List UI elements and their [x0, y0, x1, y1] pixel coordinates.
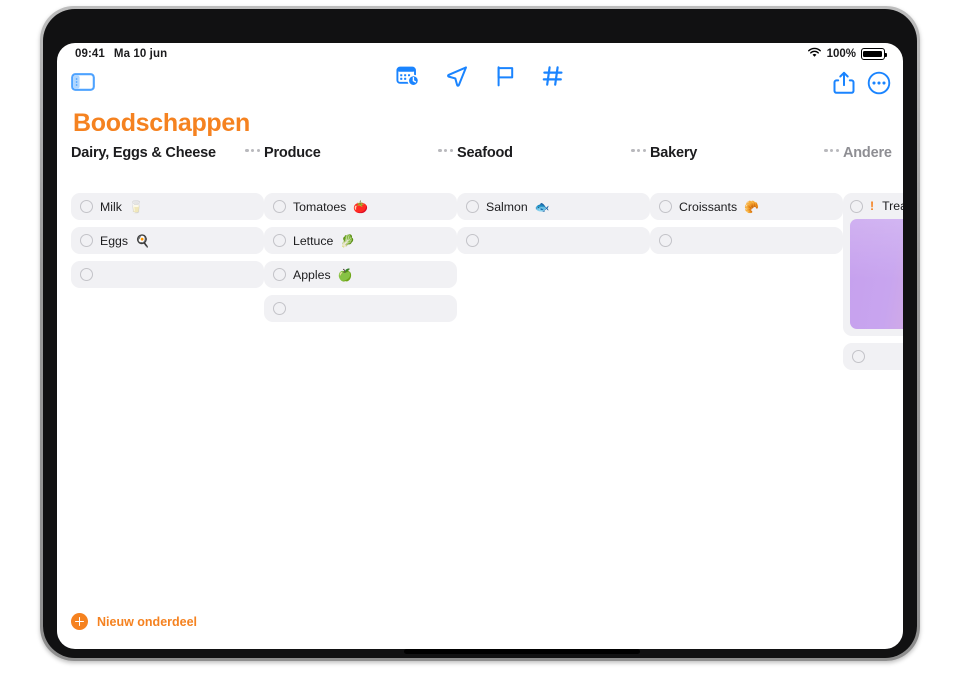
column-header: Seafood: [457, 143, 650, 185]
toolbar-center-actions: [57, 65, 903, 87]
column-andere: Andere ! Treats for t: [843, 143, 903, 603]
item-row: ! Treats for t: [850, 199, 903, 213]
column-title: Bakery: [650, 145, 698, 161]
list-item[interactable]: ! Treats for t: [843, 193, 903, 336]
item-label: Salmon: [486, 199, 528, 214]
item-checkbox[interactable]: [659, 234, 672, 247]
location-button[interactable]: [446, 65, 469, 87]
plus-circle-icon: [71, 613, 88, 630]
item-checkbox[interactable]: [850, 199, 863, 213]
priority-indicator: !: [870, 199, 875, 213]
app-screen: 09:41 Ma 10 jun 100% Boodschappen Dairy,…: [57, 43, 903, 649]
column-header: Dairy, Eggs & Cheese: [71, 143, 264, 185]
column-header: Andere: [843, 143, 903, 185]
column-header: Produce: [264, 143, 457, 185]
item-label: Tomatoes: [293, 199, 347, 214]
new-item-label: Nieuw onderdeel: [97, 614, 198, 629]
new-item-placeholder-row[interactable]: [264, 295, 457, 322]
item-emoji: 🥛: [128, 199, 144, 214]
item-checkbox[interactable]: [466, 234, 479, 247]
item-label: Croissants: [679, 199, 738, 214]
list-item[interactable]: Salmon 🐟: [457, 193, 650, 220]
item-emoji: 🍏: [337, 267, 353, 282]
item-checkbox[interactable]: [273, 302, 286, 315]
battery-percent-label: 100%: [826, 48, 856, 60]
column-menu-icon[interactable]: [824, 149, 839, 153]
status-time: 09:41: [75, 48, 105, 60]
new-item-placeholder-row[interactable]: [457, 227, 650, 254]
item-label: Apples: [293, 267, 331, 282]
item-emoji: 🥐: [744, 199, 760, 214]
column-header: Bakery: [650, 143, 843, 185]
ipad-device-frame: 09:41 Ma 10 jun 100% Boodschappen Dairy,…: [40, 6, 920, 661]
column-menu-icon[interactable]: [245, 149, 260, 153]
item-label: Treats for t: [882, 199, 903, 213]
item-emoji: 🥬: [340, 233, 356, 248]
new-item-placeholder-row[interactable]: [650, 227, 843, 254]
column-menu-icon[interactable]: [631, 149, 646, 153]
list-item[interactable]: Tomatoes 🍅: [264, 193, 457, 220]
list-board: Dairy, Eggs & Cheese Milk 🥛 Eggs 🍳 Produ…: [57, 143, 903, 603]
app-toolbar: [57, 65, 903, 107]
new-item-placeholder-row[interactable]: [71, 261, 264, 288]
item-checkbox[interactable]: [273, 268, 286, 281]
device-bezel: 09:41 Ma 10 jun 100% Boodschappen Dairy,…: [43, 9, 917, 658]
status-bar-right: 100%: [807, 47, 888, 61]
item-emoji: 🍳: [135, 233, 150, 248]
item-checkbox[interactable]: [659, 200, 672, 213]
item-checkbox[interactable]: [273, 234, 286, 247]
list-item[interactable]: Croissants 🥐: [650, 193, 843, 220]
item-label: Milk: [100, 199, 122, 214]
item-checkbox[interactable]: [852, 350, 865, 363]
item-label: Eggs: [100, 233, 129, 248]
list-item[interactable]: Eggs 🍳: [71, 227, 264, 254]
item-checkbox[interactable]: [80, 234, 93, 247]
status-bar-left: 09:41 Ma 10 jun: [75, 48, 167, 60]
item-checkbox[interactable]: [80, 200, 93, 213]
home-indicator: [404, 649, 640, 654]
status-date: Ma 10 jun: [113, 48, 168, 60]
more-circle-icon[interactable]: [867, 71, 891, 95]
item-checkbox[interactable]: [273, 200, 286, 213]
column-produce: Produce Tomatoes 🍅 Lettuce 🥬 Apples 🍏: [264, 143, 457, 603]
flag-button[interactable]: [495, 65, 516, 87]
list-item[interactable]: Lettuce 🥬: [264, 227, 457, 254]
column-title: Produce: [264, 145, 321, 161]
column-seafood: Seafood Salmon 🐟: [457, 143, 650, 603]
list-item[interactable]: Milk 🥛: [71, 193, 264, 220]
new-item-button[interactable]: Nieuw onderdeel: [71, 613, 197, 630]
column-title: Dairy, Eggs & Cheese: [71, 145, 216, 161]
tag-button[interactable]: [542, 65, 564, 87]
list-item[interactable]: Apples 🍏: [264, 261, 457, 288]
battery-full-icon: [861, 48, 888, 60]
item-emoji: 🐟: [534, 199, 550, 214]
schedule-button[interactable]: [396, 65, 420, 87]
status-bar: 09:41 Ma 10 jun 100%: [57, 43, 903, 65]
share-icon[interactable]: [833, 71, 855, 95]
new-item-placeholder-row[interactable]: [843, 343, 903, 370]
item-label: Lettuce: [293, 233, 334, 248]
sidebar-toggle-icon[interactable]: [71, 72, 95, 92]
column-title: Seafood: [457, 145, 513, 161]
column-menu-icon[interactable]: [438, 149, 453, 153]
page-title: Boodschappen: [73, 109, 250, 137]
popsicle-photo[interactable]: [850, 219, 903, 329]
column-bakery: Bakery Croissants 🥐: [650, 143, 843, 603]
column-title: Andere: [843, 145, 892, 161]
item-emoji: 🍅: [353, 199, 369, 214]
item-checkbox[interactable]: [80, 268, 93, 281]
wifi-icon: [807, 47, 822, 61]
item-checkbox[interactable]: [466, 200, 479, 213]
column-dairy-eggs-cheese: Dairy, Eggs & Cheese Milk 🥛 Eggs 🍳: [71, 143, 264, 603]
